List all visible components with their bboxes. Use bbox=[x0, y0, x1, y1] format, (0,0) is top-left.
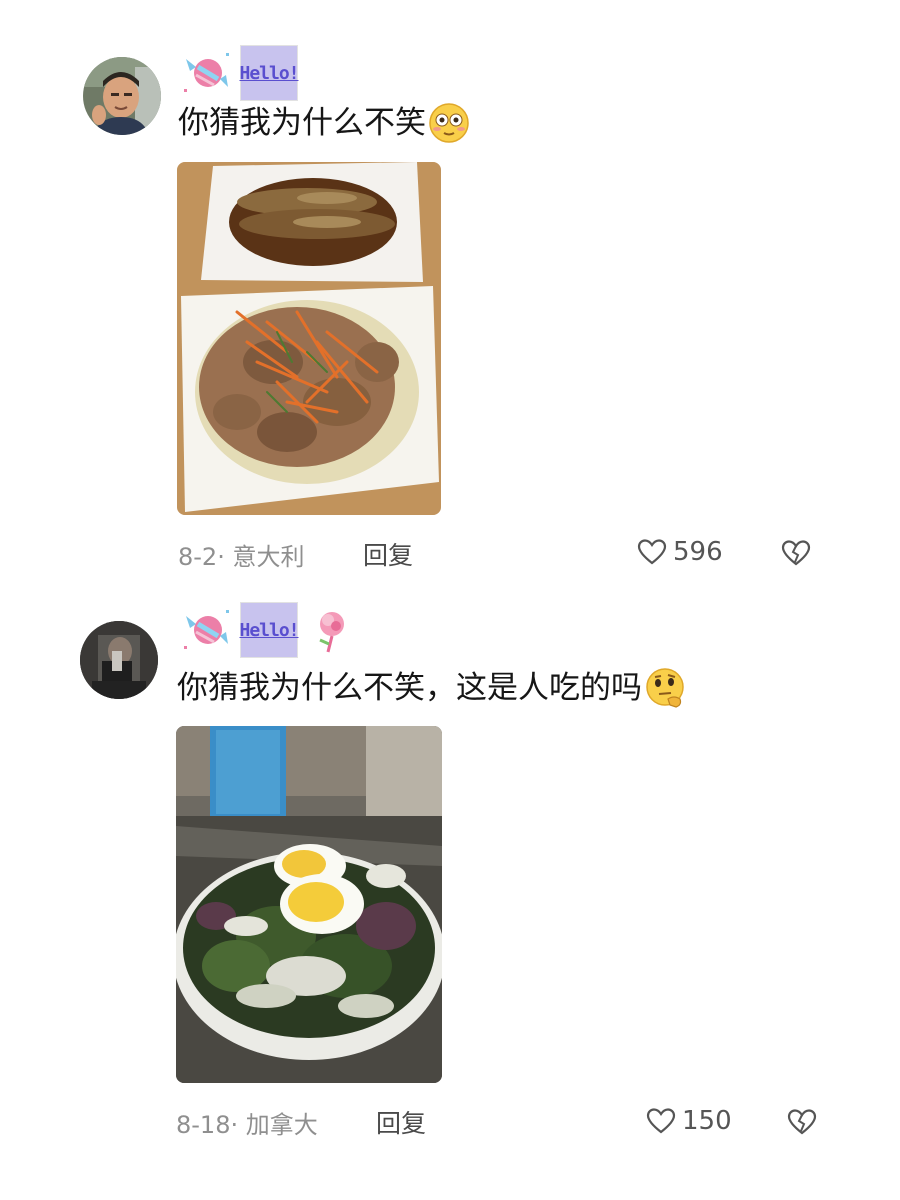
like-count: 150 bbox=[682, 1106, 732, 1136]
avatar[interactable] bbox=[80, 621, 158, 699]
heart-outline-icon bbox=[646, 1108, 676, 1134]
comment-item: Hello! 你猜我为什么不笑，这是人吃的吗 8-18· 加拿大 回复 150 bbox=[0, 0, 900, 1200]
meta-separator: · bbox=[230, 1111, 239, 1139]
flower-badge-icon bbox=[302, 602, 360, 658]
comment-photo-salad[interactable] bbox=[176, 726, 442, 1083]
broken-heart-icon[interactable] bbox=[787, 1107, 817, 1137]
comment-date: 8-18 bbox=[176, 1111, 231, 1139]
user-badges: Hello! bbox=[178, 600, 360, 660]
hello-badge: Hello! bbox=[239, 602, 300, 658]
comment-text-content: 你猜我为什么不笑，这是人吃的吗 bbox=[177, 670, 642, 706]
comment-text: 你猜我为什么不笑，这是人吃的吗 bbox=[177, 667, 686, 709]
candy-badge-icon bbox=[178, 602, 236, 658]
comment-location: 加拿大 bbox=[245, 1111, 318, 1139]
thinking-emoji-icon bbox=[646, 668, 684, 708]
like-button[interactable]: 150 bbox=[646, 1106, 732, 1136]
hello-badge-text: Hello! bbox=[239, 619, 299, 641]
reply-button[interactable]: 回复 bbox=[376, 1104, 426, 1140]
comment-meta: 8-18· 加拿大 bbox=[176, 1105, 318, 1140]
